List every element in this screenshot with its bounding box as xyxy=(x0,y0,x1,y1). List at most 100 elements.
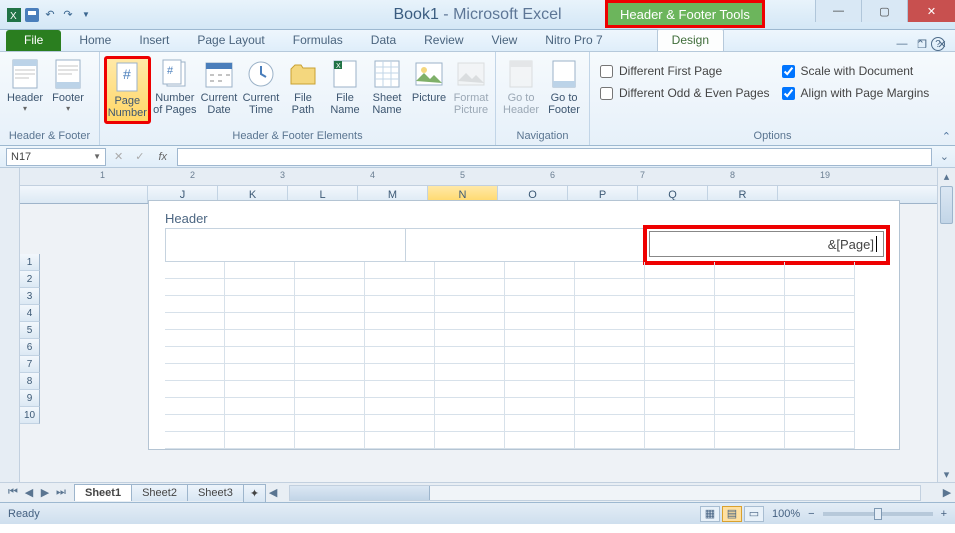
scroll-thumb[interactable] xyxy=(940,186,953,224)
sheet-name-button[interactable]: Sheet Name xyxy=(367,56,407,118)
cell[interactable] xyxy=(435,398,505,415)
cell[interactable] xyxy=(225,296,295,313)
align-page-margins-checkbox[interactable]: Align with Page Margins xyxy=(776,82,936,104)
current-time-button[interactable]: Current Time xyxy=(241,56,281,118)
cell[interactable] xyxy=(165,313,225,330)
vertical-scrollbar[interactable]: ▴ ▾ xyxy=(937,168,955,482)
scroll-right-icon[interactable]: ▶ xyxy=(939,486,955,499)
cell[interactable] xyxy=(295,262,365,279)
cell[interactable] xyxy=(225,330,295,347)
name-box[interactable]: N17 ▼ xyxy=(6,148,106,166)
cell[interactable] xyxy=(575,296,645,313)
cell[interactable] xyxy=(165,330,225,347)
cell[interactable] xyxy=(365,330,435,347)
cell[interactable] xyxy=(505,381,575,398)
tab-data[interactable]: Data xyxy=(357,30,410,51)
row-header[interactable]: 2 xyxy=(20,271,40,288)
cell[interactable] xyxy=(435,415,505,432)
cell[interactable] xyxy=(435,432,505,449)
row-header[interactable]: 3 xyxy=(20,288,40,305)
formula-input[interactable] xyxy=(177,148,932,166)
scale-with-document-checkbox[interactable]: Scale with Document xyxy=(776,60,936,82)
maximize-button[interactable]: ▢ xyxy=(861,0,907,22)
cell[interactable] xyxy=(575,313,645,330)
cell[interactable] xyxy=(295,381,365,398)
header-right[interactable]: &[Page] xyxy=(647,229,886,261)
cell[interactable] xyxy=(435,347,505,364)
save-icon[interactable] xyxy=(24,7,40,23)
cell[interactable] xyxy=(715,313,785,330)
cell[interactable] xyxy=(645,364,715,381)
cell[interactable] xyxy=(295,330,365,347)
cell[interactable] xyxy=(505,313,575,330)
cell[interactable] xyxy=(645,313,715,330)
name-box-dropdown-icon[interactable]: ▼ xyxy=(93,152,101,161)
cell[interactable] xyxy=(225,347,295,364)
cell[interactable] xyxy=(295,432,365,449)
cell[interactable] xyxy=(505,330,575,347)
cell[interactable] xyxy=(785,313,855,330)
cell[interactable] xyxy=(645,415,715,432)
cell[interactable] xyxy=(365,347,435,364)
cell[interactable] xyxy=(505,347,575,364)
different-odd-even-checkbox[interactable]: Different Odd & Even Pages xyxy=(594,82,776,104)
zoom-out-button[interactable]: − xyxy=(808,508,814,520)
cell[interactable] xyxy=(435,296,505,313)
footer-button[interactable]: Footer ▾ xyxy=(48,56,88,115)
zoom-level[interactable]: 100% xyxy=(772,508,800,520)
cell[interactable] xyxy=(165,381,225,398)
qat-dropdown-icon[interactable]: ▼ xyxy=(78,7,94,23)
sheet-nav-buttons[interactable]: ⏮◀▶⏭ xyxy=(6,486,74,499)
cell[interactable] xyxy=(365,279,435,296)
cell[interactable] xyxy=(165,415,225,432)
cell-grid[interactable] xyxy=(165,262,887,449)
cell[interactable] xyxy=(715,330,785,347)
cell[interactable] xyxy=(435,330,505,347)
cell[interactable] xyxy=(715,347,785,364)
cell[interactable] xyxy=(645,296,715,313)
scroll-left-icon[interactable]: ◀ xyxy=(265,486,281,499)
cell[interactable] xyxy=(645,432,715,449)
horizontal-scrollbar[interactable] xyxy=(289,485,921,501)
workbook-close-icon[interactable]: ✕ xyxy=(935,37,949,51)
tab-formulas[interactable]: Formulas xyxy=(279,30,357,51)
cell[interactable] xyxy=(225,432,295,449)
cell[interactable] xyxy=(505,398,575,415)
cell[interactable] xyxy=(715,364,785,381)
tab-review[interactable]: Review xyxy=(410,30,477,51)
close-button[interactable]: ✕ xyxy=(907,0,955,22)
row-header[interactable]: 10 xyxy=(20,407,40,424)
cell[interactable] xyxy=(165,279,225,296)
cell[interactable] xyxy=(715,279,785,296)
tab-insert[interactable]: Insert xyxy=(125,30,183,51)
new-sheet-button[interactable]: ✦ xyxy=(243,484,266,502)
page-number-button[interactable]: # Page Number xyxy=(104,56,151,124)
hscroll-thumb[interactable] xyxy=(290,486,430,500)
ribbon-collapse-icon[interactable]: ⌃ xyxy=(942,130,951,143)
cell[interactable] xyxy=(715,398,785,415)
header-button[interactable]: Header ▾ xyxy=(4,56,46,115)
cell[interactable] xyxy=(785,296,855,313)
cell[interactable] xyxy=(785,279,855,296)
file-tab[interactable]: File xyxy=(6,30,61,51)
cell[interactable] xyxy=(165,262,225,279)
cell[interactable] xyxy=(435,262,505,279)
page-layout-view-button[interactable]: ▤ xyxy=(722,506,742,522)
cell[interactable] xyxy=(505,364,575,381)
normal-view-button[interactable]: ▦ xyxy=(700,506,720,522)
sheet-tab[interactable]: Sheet3 xyxy=(187,484,244,501)
number-of-pages-button[interactable]: # Number of Pages xyxy=(153,56,197,118)
cell[interactable] xyxy=(365,313,435,330)
cell[interactable] xyxy=(575,347,645,364)
cell[interactable] xyxy=(365,432,435,449)
page-break-view-button[interactable]: ▭ xyxy=(744,506,764,522)
row-header[interactable]: 4 xyxy=(20,305,40,322)
fx-icon[interactable]: fx xyxy=(152,151,173,163)
row-header[interactable]: 9 xyxy=(20,390,40,407)
cell[interactable] xyxy=(505,432,575,449)
cell[interactable] xyxy=(165,398,225,415)
cell[interactable] xyxy=(225,415,295,432)
cell[interactable] xyxy=(645,330,715,347)
cell[interactable] xyxy=(435,279,505,296)
cell[interactable] xyxy=(785,330,855,347)
